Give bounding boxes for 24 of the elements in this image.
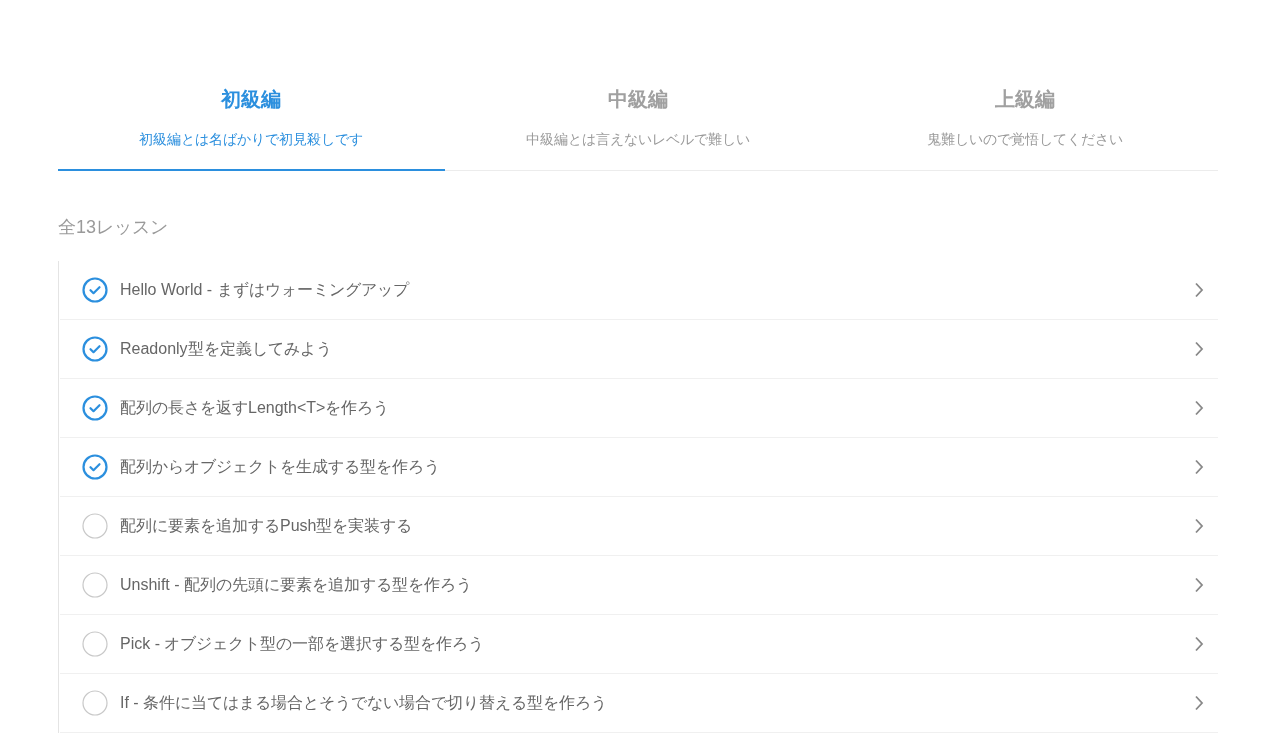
lesson-row[interactable]: 配列からオブジェクトを生成する型を作ろう [60, 438, 1218, 497]
chevron-right-icon [1194, 282, 1204, 298]
lesson-row[interactable]: Pick - オブジェクト型の一部を選択する型を作ろう [60, 615, 1218, 674]
lesson-row[interactable]: 配列に要素を追加するPush型を実装する [60, 497, 1218, 556]
chevron-right-icon [1194, 400, 1204, 416]
chevron-right-icon [1194, 518, 1204, 534]
tab-title: 中級編 [608, 87, 668, 112]
lesson-row[interactable]: Readonly型を定義してみよう [60, 320, 1218, 379]
chevron-right-icon [1194, 636, 1204, 652]
tab-title: 初級編 [221, 87, 282, 112]
lesson-row[interactable]: Unshift - 配列の先頭に要素を追加する型を作ろう [60, 556, 1218, 615]
lesson-row[interactable]: If - 条件に当てはまる場合とそうでない場合で切り替える型を作ろう [60, 674, 1218, 733]
chevron-right-icon [1194, 459, 1204, 475]
tab-description: 中級編とは言えないレベルで難しい [526, 131, 750, 149]
lesson-count: 全13レッスン [58, 216, 170, 239]
level-tab[interactable]: 初級編 初級編とは名ばかりで初見殺しです [58, 70, 445, 171]
chevron-right-icon [1194, 695, 1204, 711]
tab-title: 上級編 [994, 87, 1055, 112]
tab-description: 初級編とは名ばかりで初見殺しです [139, 131, 364, 149]
lesson-row[interactable]: 配列の長さを返すLength<T>を作ろう [60, 379, 1218, 438]
tab-description: 鬼難しいので覚悟してください [926, 131, 1123, 149]
chevron-right-icon [1194, 577, 1204, 593]
chevron-right-icon [1194, 341, 1204, 357]
lesson-row[interactable]: Hello World - まずはウォーミングアップ [60, 261, 1218, 320]
